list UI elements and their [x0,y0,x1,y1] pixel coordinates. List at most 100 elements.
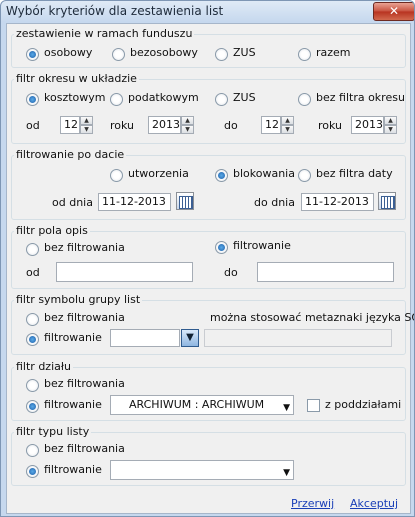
fund-label-razem: razem [316,46,351,59]
date-radio-utworzenia[interactable] [110,169,123,182]
from-month-spinner[interactable]: ▲ ▼ [80,116,93,134]
cancel-link[interactable]: Przerwij [291,497,334,510]
group-symbol-select[interactable] [110,329,180,347]
date-from-label: od dnia [52,196,93,209]
chevron-down-icon[interactable]: ▼ [181,329,199,347]
period-label-kosztowym: kosztowym [44,91,106,104]
subdivisions-label: z poddziałami [325,398,402,411]
chevron-down-icon: ▼ [283,403,290,413]
from-month-input[interactable]: 12 [60,116,80,134]
description-label-bez-filtrowania: bez filtrowania [44,241,125,254]
description-to-label: do [224,266,238,279]
period-group: filtr okresu w układzie kosztowym podatk… [11,72,406,144]
fund-radio-osobowy[interactable] [26,48,39,61]
spin-up-icon[interactable]: ▲ [281,116,294,125]
title-bar[interactable]: Wybór kryteriów dla zestawienia list ✕ [1,1,414,23]
list-type-filter-group: filtr typu listy bez filtrowania filtrow… [11,425,406,486]
spin-up-icon[interactable]: ▲ [80,116,93,125]
period-group-legend: filtr okresu w układzie [14,72,139,85]
description-filter-legend: filtr pola opis [14,224,90,237]
description-to-input[interactable] [257,262,394,282]
group-symbol-radio-filtrowanie[interactable] [26,333,39,346]
fund-group-legend: zestawienie w ramach funduszu [14,27,195,40]
dialog-window: Wybór kryteriów dla zestawienia list ✕ z… [0,0,415,517]
list-type-radio-bez-filtrowania[interactable] [26,444,39,457]
period-radio-podatkowym[interactable] [110,93,123,106]
period-radio-bez-filtra[interactable] [298,93,311,106]
to-year-input[interactable]: 2013 [351,116,384,134]
fund-label-zus: ZUS [233,46,256,59]
spin-up-icon[interactable]: ▲ [384,116,397,125]
spin-down-icon[interactable]: ▼ [281,125,294,134]
spin-down-icon[interactable]: ▼ [384,125,397,134]
fund-radio-zus[interactable] [215,48,228,61]
department-label-filtrowanie: filtrowanie [44,398,102,411]
list-type-radio-filtrowanie[interactable] [26,465,39,478]
department-label-bez-filtrowania: bez filtrowania [44,377,125,390]
date-from-input[interactable]: 11-12-2013 [98,193,171,211]
spin-up-icon[interactable]: ▲ [181,116,194,125]
period-label-bez-filtra: bez filtra okresu [316,91,405,104]
date-radio-bez-filtra[interactable] [298,169,311,182]
fund-radio-razem[interactable] [298,48,311,61]
department-select[interactable]: ARCHIWUM : ARCHIWUM ▼ [110,395,294,415]
chevron-down-icon: ▼ [283,468,290,478]
period-year-label-1: roku [110,119,135,132]
dialog-body: zestawienie w ramach funduszu osobowy be… [6,23,414,514]
spin-down-icon[interactable]: ▼ [80,125,93,134]
list-type-legend: filtr typu listy [14,425,92,438]
department-select-value: ARCHIWUM : ARCHIWUM [129,398,265,411]
list-type-label-filtrowanie: filtrowanie [44,463,102,476]
accept-link[interactable]: Akceptuj [350,497,398,510]
date-label-blokowania: blokowania [233,167,295,180]
to-year-spinner[interactable]: ▲ ▼ [384,116,397,134]
group-symbol-legend: filtr symbolu grupy list [14,293,143,306]
date-label-utworzenia: utworzenia [128,167,189,180]
description-radio-filtrowanie[interactable] [215,241,228,254]
department-legend: filtr działu [14,360,73,373]
date-radio-blokowania[interactable] [215,169,228,182]
period-year-label-2: roku [318,119,343,132]
period-from-label: od [26,119,40,132]
department-radio-bez-filtrowania[interactable] [26,379,39,392]
group-symbol-radio-bez-filtrowania[interactable] [26,313,39,326]
group-symbol-filter-group: filtr symbolu grupy list bez filtrowania… [11,293,414,355]
date-filter-group: filtrowanie po dacie utworzenia blokowan… [11,148,406,220]
calendar-icon[interactable] [378,192,396,210]
period-label-zus: ZUS [233,91,256,104]
fund-label-osobowy: osobowy [44,46,93,59]
period-to-label: do [224,119,238,132]
sql-wildcard-hint: można stosować metaznaki języka SQL [210,311,415,324]
description-radio-bez-filtrowania[interactable] [26,243,39,256]
fund-group: zestawienie w ramach funduszu osobowy be… [11,27,406,68]
description-from-label: od [26,266,40,279]
list-type-label-bez-filtrowania: bez filtrowania [44,442,125,455]
to-month-input[interactable]: 12 [261,116,281,134]
window-title: Wybór kryteriów dla zestawienia list [6,4,224,18]
description-from-input[interactable] [56,262,193,282]
spin-down-icon[interactable]: ▼ [181,125,194,134]
date-filter-legend: filtrowanie po dacie [14,148,127,161]
group-symbol-label-bez-filtrowania: bez filtrowania [44,311,125,324]
close-button[interactable]: ✕ [373,2,414,21]
fund-label-bezosobowy: bezosobowy [130,46,198,59]
department-radio-filtrowanie[interactable] [26,400,39,413]
date-label-bez-filtra: bez filtra daty [316,167,393,180]
department-filter-group: filtr działu bez filtrowania filtrowanie… [11,360,406,421]
description-label-filtrowanie: filtrowanie [233,239,291,252]
description-filter-group: filtr pola opis bez filtrowania filtrowa… [11,224,406,289]
group-symbol-label-filtrowanie: filtrowanie [44,331,102,344]
calendar-icon[interactable] [176,192,194,210]
date-to-input[interactable]: 11-12-2013 [301,193,374,211]
date-to-label: do dnia [254,196,295,209]
period-label-podatkowym: podatkowym [128,91,199,104]
from-year-input[interactable]: 2013 [148,116,181,134]
list-type-select[interactable]: ▼ [110,460,294,480]
fund-radio-bezosobowy[interactable] [112,48,125,61]
to-month-spinner[interactable]: ▲ ▼ [281,116,294,134]
subdivisions-checkbox[interactable] [307,399,320,412]
period-radio-zus[interactable] [215,93,228,106]
period-radio-kosztowym[interactable] [26,93,39,106]
from-year-spinner[interactable]: ▲ ▼ [181,116,194,134]
close-icon: ✕ [388,4,400,18]
